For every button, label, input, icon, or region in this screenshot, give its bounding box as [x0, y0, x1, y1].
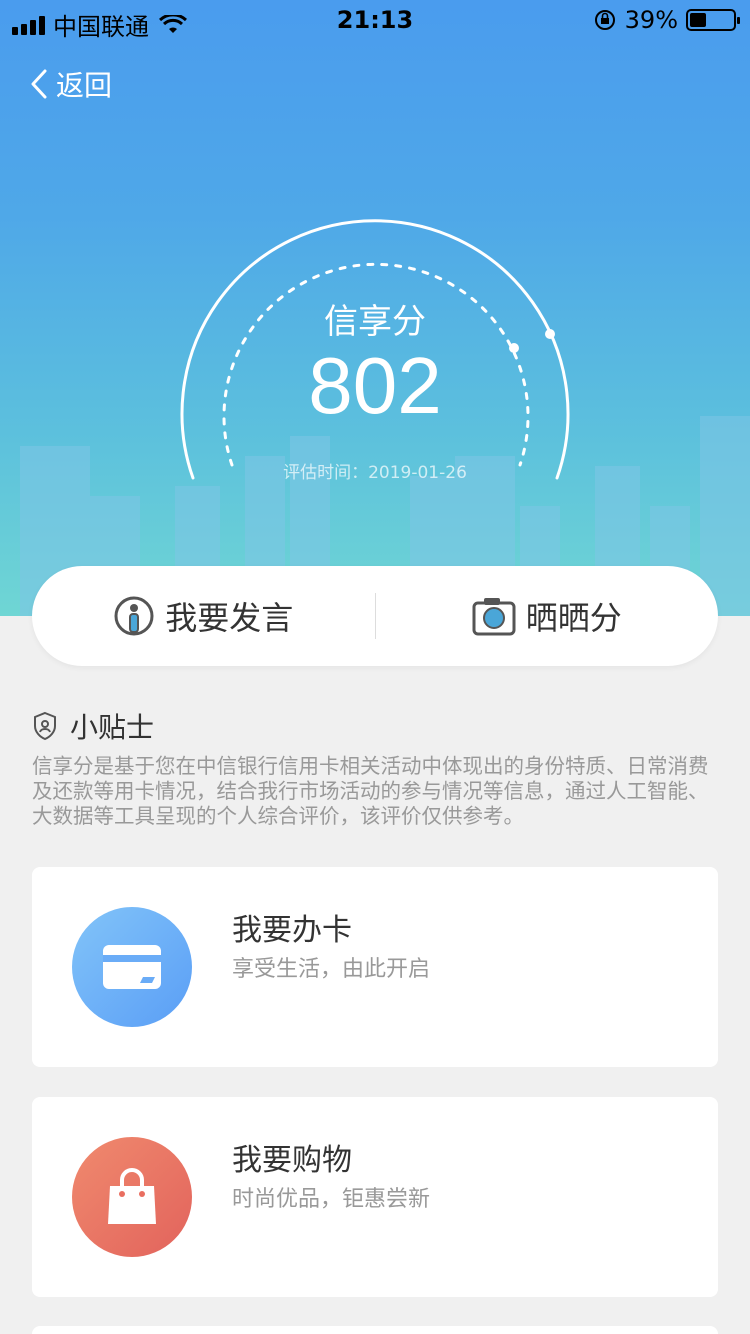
score-title: 信享分 [324, 302, 426, 342]
score-value: 802 [308, 341, 442, 430]
shield-user-icon [34, 711, 56, 741]
shopping-subtitle: 时尚优品，钜惠尝新 [232, 1187, 431, 1212]
share-score-label: 晒晒分 [525, 599, 622, 637]
post-comment-button[interactable]: 我要发言 [32, 566, 375, 666]
back-button[interactable]: 返回 [30, 64, 112, 104]
apply-card-subtitle: 享受生活，由此开启 [232, 957, 431, 982]
rotation-lock-icon [594, 10, 615, 30]
apply-card-item[interactable]: 我要办卡 享受生活，由此开启 [32, 867, 718, 1067]
tips-text: 信享分是基于您在中信银行信用卡相关活动中体现出的身份特质、日常消费及还款等用卡情… [32, 754, 709, 828]
score-date: 评估时间：2019-01-26 [283, 463, 467, 483]
speaker-person-icon [114, 596, 154, 636]
shopping-bag-icon [72, 1137, 192, 1257]
battery-percent: 39% [624, 6, 678, 34]
camera-icon [472, 598, 516, 636]
share-score-button[interactable]: 晒晒分 [376, 566, 719, 666]
status-bar: 中国联通 21:13 39% [0, 0, 750, 41]
post-comment-label: 我要发言 [165, 599, 294, 637]
credit-card-icon [72, 907, 192, 1027]
next-card-partial [32, 1326, 718, 1334]
tips-title: 小贴士 [70, 711, 155, 744]
battery-icon [686, 9, 740, 31]
chevron-left-icon [31, 69, 47, 99]
shopping-title: 我要购物 [232, 1143, 352, 1178]
tips-section: 小贴士 信享分是基于您在中信银行信用卡相关活动中体现出的身份特质、日常消费及还款… [32, 706, 722, 829]
shopping-item[interactable]: 我要购物 时尚优品，钜惠尝新 [32, 1097, 718, 1297]
action-bar: 我要发言 晒晒分 [32, 566, 718, 666]
apply-card-title: 我要办卡 [232, 913, 352, 948]
back-label: 返回 [56, 69, 113, 102]
